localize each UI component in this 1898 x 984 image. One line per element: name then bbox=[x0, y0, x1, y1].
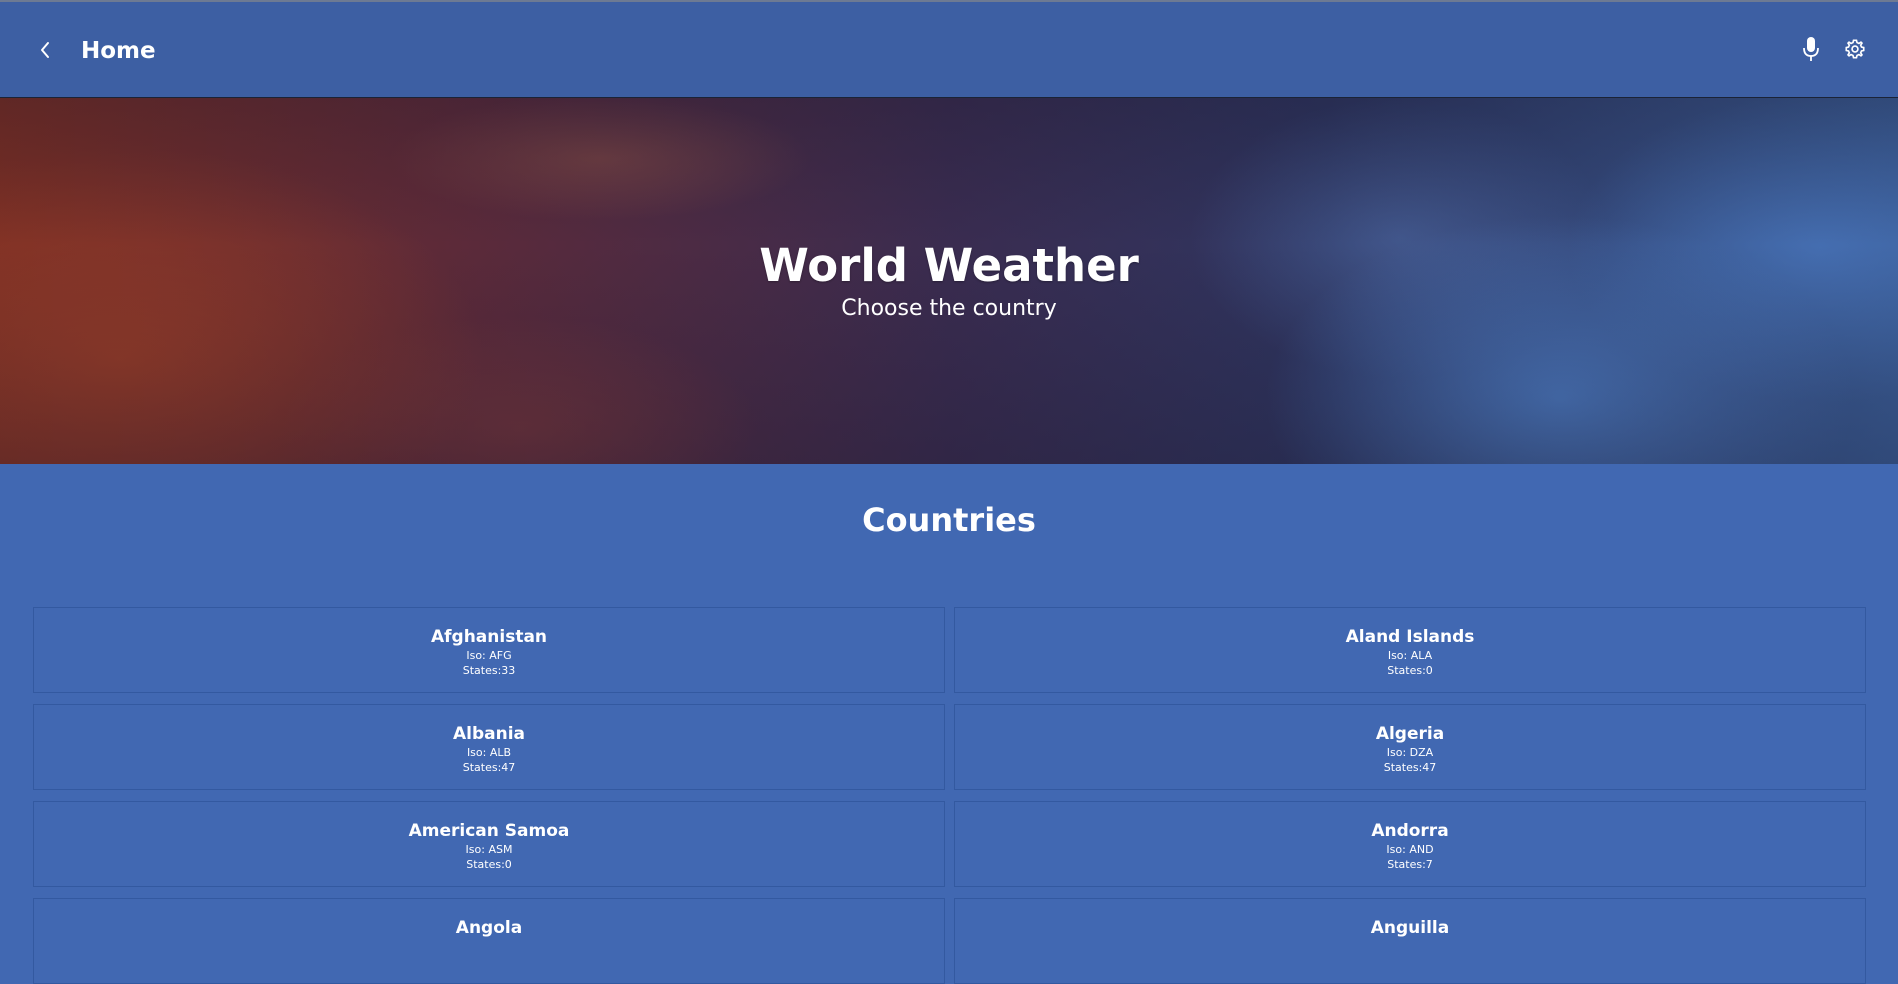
country-states: States:7 bbox=[1387, 858, 1433, 871]
country-card-afghanistan[interactable]: Afghanistan Iso: AFG States:33 bbox=[33, 607, 945, 693]
country-name: Afghanistan bbox=[430, 627, 548, 647]
hero-title: World Weather bbox=[759, 239, 1139, 292]
countries-heading: Countries bbox=[862, 501, 1036, 539]
country-iso: Iso: AND bbox=[1386, 843, 1434, 856]
page-title: Home bbox=[81, 38, 156, 64]
countries-grid: Afghanistan Iso: AFG States:33 Aland Isl… bbox=[33, 607, 1866, 984]
app-bar: Home bbox=[0, 0, 1898, 98]
country-card-anguilla[interactable]: Anguilla bbox=[954, 898, 1866, 984]
country-iso: Iso: ASM bbox=[465, 843, 513, 856]
country-states: States:33 bbox=[462, 664, 516, 677]
country-name: Algeria bbox=[1375, 724, 1445, 744]
country-states: States:0 bbox=[466, 858, 512, 871]
country-name: Andorra bbox=[1371, 821, 1449, 841]
back-button[interactable] bbox=[30, 30, 60, 70]
country-name: Anguilla bbox=[1370, 918, 1450, 938]
hero-subtitle: Choose the country bbox=[841, 296, 1057, 321]
microphone-icon bbox=[1803, 37, 1819, 61]
gear-icon bbox=[1845, 39, 1865, 59]
settings-button[interactable] bbox=[1840, 32, 1870, 66]
country-states: States:0 bbox=[1387, 664, 1433, 677]
country-iso: Iso: ALA bbox=[1387, 649, 1433, 662]
country-card-american-samoa[interactable]: American Samoa Iso: ASM States:0 bbox=[33, 801, 945, 887]
country-card-andorra[interactable]: Andorra Iso: AND States:7 bbox=[954, 801, 1866, 887]
country-card-angola[interactable]: Angola bbox=[33, 898, 945, 984]
country-name: Angola bbox=[455, 918, 523, 938]
microphone-button[interactable] bbox=[1797, 32, 1825, 66]
country-iso: Iso: ALB bbox=[466, 746, 512, 759]
country-name: Aland Islands bbox=[1345, 627, 1475, 647]
country-name: Albania bbox=[452, 724, 526, 744]
country-card-aland-islands[interactable]: Aland Islands Iso: ALA States:0 bbox=[954, 607, 1866, 693]
country-states: States:47 bbox=[462, 761, 516, 774]
chevron-left-icon bbox=[41, 42, 49, 58]
country-states: States:47 bbox=[1383, 761, 1437, 774]
hero-banner: World Weather Choose the country bbox=[0, 98, 1898, 464]
country-iso: Iso: DZA bbox=[1386, 746, 1434, 759]
country-card-algeria[interactable]: Algeria Iso: DZA States:47 bbox=[954, 704, 1866, 790]
country-iso: Iso: AFG bbox=[466, 649, 512, 662]
country-name: American Samoa bbox=[408, 821, 570, 841]
country-card-albania[interactable]: Albania Iso: ALB States:47 bbox=[33, 704, 945, 790]
